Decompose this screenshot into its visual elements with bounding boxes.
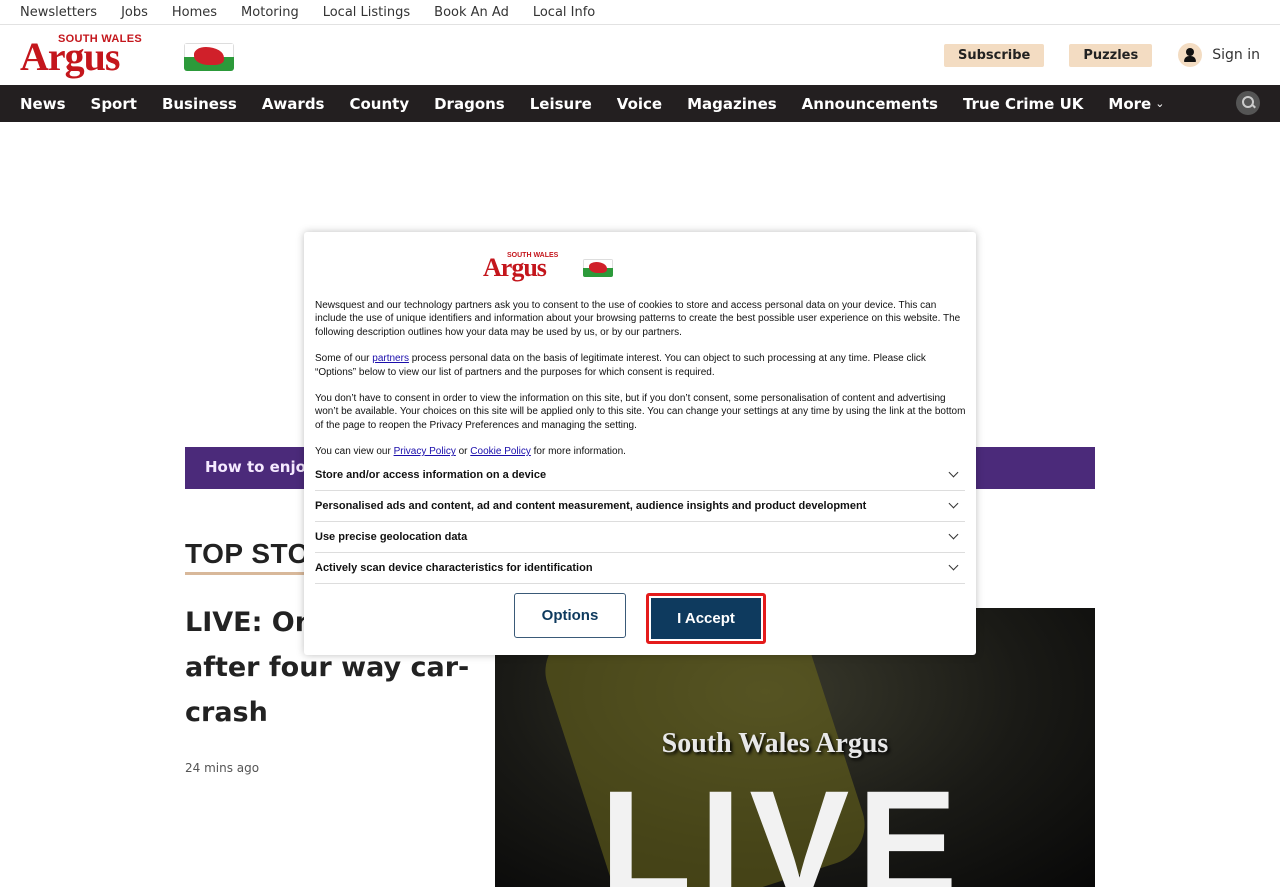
consent-purposes-list: Store and/or access information on a dev… bbox=[315, 460, 965, 584]
purpose-store-access[interactable]: Store and/or access information on a dev… bbox=[315, 460, 965, 491]
nav-item-voice[interactable]: Voice bbox=[617, 95, 662, 113]
nav-item-county[interactable]: County bbox=[349, 95, 409, 113]
cookie-policy-link[interactable]: Cookie Policy bbox=[470, 446, 531, 457]
chevron-down-icon: ⌄ bbox=[1155, 97, 1165, 110]
consent-paragraph: Newsquest and our technology partners as… bbox=[315, 300, 961, 338]
welsh-flag-icon bbox=[184, 43, 234, 71]
sign-in-button[interactable]: Sign in bbox=[1178, 43, 1260, 67]
utility-link-local-listings[interactable]: Local Listings bbox=[323, 5, 410, 20]
consent-dialog: SOUTH WALES Argus Newsquest and our tech… bbox=[304, 232, 976, 655]
utility-link-newsletters[interactable]: Newsletters bbox=[20, 5, 97, 20]
options-button[interactable]: Options bbox=[514, 593, 626, 638]
utility-bar: Newsletters Jobs Homes Motoring Local Li… bbox=[0, 0, 1280, 25]
welsh-flag-icon bbox=[583, 259, 613, 277]
hero-live-text: LIVE bbox=[600, 759, 966, 887]
nav-item-business[interactable]: Business bbox=[162, 95, 237, 113]
chevron-down-icon bbox=[948, 467, 959, 478]
utility-link-motoring[interactable]: Motoring bbox=[241, 5, 299, 20]
promo-text: How to enjoy bbox=[205, 458, 316, 476]
utility-link-homes[interactable]: Homes bbox=[172, 5, 217, 20]
logo-main-text: Argus bbox=[20, 34, 120, 79]
utility-link-jobs[interactable]: Jobs bbox=[121, 5, 148, 20]
nav-item-true-crime-uk[interactable]: True Crime UK bbox=[963, 95, 1083, 113]
hero-brand-text: South Wales Argus bbox=[661, 728, 889, 759]
nav-more-menu[interactable]: More ⌄ bbox=[1108, 95, 1164, 113]
nav-item-awards[interactable]: Awards bbox=[262, 95, 325, 113]
accept-button[interactable]: I Accept bbox=[646, 593, 766, 644]
puzzles-button[interactable]: Puzzles bbox=[1069, 43, 1153, 67]
site-header: SOUTH WALES Argus Subscribe Puzzles Sign… bbox=[0, 25, 1280, 85]
nav-item-dragons[interactable]: Dragons bbox=[434, 95, 505, 113]
sign-in-label: Sign in bbox=[1212, 47, 1260, 63]
site-logo[interactable]: SOUTH WALES Argus bbox=[20, 33, 236, 77]
consent-paragraph: You can view our Privacy Policy or Cooki… bbox=[315, 446, 626, 458]
consent-logo-main-text: Argus bbox=[483, 253, 547, 282]
search-icon[interactable] bbox=[1236, 91, 1260, 115]
header-actions: Subscribe Puzzles Sign in bbox=[919, 25, 1260, 85]
nav-item-magazines[interactable]: Magazines bbox=[687, 95, 777, 113]
purpose-label: Use precise geolocation data bbox=[315, 531, 468, 543]
purpose-label: Personalised ads and content, ad and con… bbox=[315, 500, 867, 512]
chevron-down-icon bbox=[948, 498, 959, 509]
purpose-label: Actively scan device characteristics for… bbox=[315, 562, 593, 574]
utility-link-book-an-ad[interactable]: Book An Ad bbox=[434, 5, 509, 20]
chevron-down-icon bbox=[948, 560, 959, 571]
nav-item-news[interactable]: News bbox=[20, 95, 66, 113]
nav-more-label: More bbox=[1108, 94, 1152, 113]
consent-logo: SOUTH WALES Argus bbox=[483, 252, 615, 284]
main-nav: News Sport Business Awards County Dragon… bbox=[0, 85, 1280, 122]
purpose-device-scan[interactable]: Actively scan device characteristics for… bbox=[315, 553, 965, 584]
nav-item-announcements[interactable]: Announcements bbox=[802, 95, 938, 113]
subscribe-button[interactable]: Subscribe bbox=[943, 43, 1045, 67]
purpose-personalised-ads[interactable]: Personalised ads and content, ad and con… bbox=[315, 491, 965, 522]
utility-link-local-info[interactable]: Local Info bbox=[533, 5, 595, 20]
partners-link[interactable]: partners bbox=[372, 353, 409, 364]
consent-text: Newsquest and our technology partners as… bbox=[315, 299, 967, 472]
purpose-geolocation[interactable]: Use precise geolocation data bbox=[315, 522, 965, 553]
nav-item-leisure[interactable]: Leisure bbox=[530, 95, 592, 113]
consent-paragraph: Some of our partners process personal da… bbox=[315, 353, 926, 378]
article-timestamp: 24 mins ago bbox=[185, 761, 260, 775]
chevron-down-icon bbox=[948, 529, 959, 540]
user-icon bbox=[1178, 43, 1203, 67]
purpose-label: Store and/or access information on a dev… bbox=[315, 469, 547, 481]
privacy-policy-link[interactable]: Privacy Policy bbox=[394, 446, 456, 457]
nav-item-sport[interactable]: Sport bbox=[91, 95, 137, 113]
consent-paragraph: You don’t have to consent in order to vi… bbox=[315, 393, 966, 431]
